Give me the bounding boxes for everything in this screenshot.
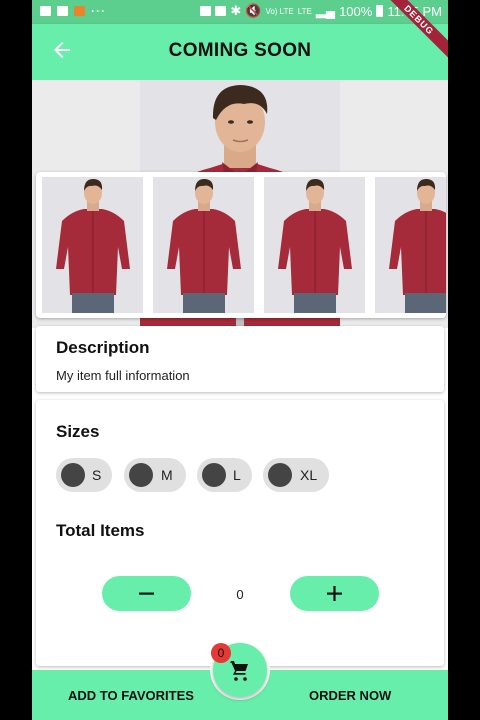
status-bar: ··· ✱ 🔇 Vo) LTE LTE ▂▄ 100% 11:05 PM [32, 0, 448, 24]
volte-label: Vo) LTE [265, 6, 294, 16]
thumbnail-photo-2 [167, 179, 241, 313]
chip-avatar [202, 463, 226, 487]
bluetooth-icon: ✱ [230, 3, 242, 18]
plus-icon [327, 586, 342, 601]
chip-avatar [61, 463, 85, 487]
description-text: My item full information [56, 368, 190, 383]
lte-label: LTE [297, 6, 312, 16]
size-chip-label: M [161, 467, 173, 483]
app-bar: COMING SOON [32, 24, 448, 80]
size-chip-l[interactable]: L [197, 458, 252, 492]
thumbnail-4[interactable] [375, 177, 446, 313]
battery-icon [376, 5, 384, 17]
cart-count-badge: 0 [211, 643, 231, 663]
decrement-button[interactable] [102, 576, 191, 611]
more-notifications-icon: ··· [91, 4, 106, 18]
thumbnail-photo-4 [389, 179, 446, 313]
description-heading: Description [56, 338, 150, 357]
order-now-button[interactable]: ORDER NOW [309, 688, 391, 703]
app-screen: ··· ✱ 🔇 Vo) LTE LTE ▂▄ 100% 11:05 PM COM… [32, 0, 448, 720]
video-icon [40, 6, 51, 16]
add-to-favorites-button[interactable]: ADD TO FAVORITES [68, 688, 194, 703]
total-items-heading: Total Items [56, 521, 145, 540]
options-card: Sizes S M L XL Total Items 0 [36, 400, 444, 666]
notification-icons: ··· [40, 4, 106, 18]
size-chip-s[interactable]: S [56, 458, 112, 492]
size-chip-label: XL [300, 467, 318, 483]
thumbnail-3[interactable] [264, 177, 365, 313]
thumbnail-photo-3 [278, 179, 352, 313]
thumbnail-carousel[interactable] [36, 172, 446, 318]
thumbnail-2[interactable] [153, 177, 254, 313]
size-chip-xl[interactable]: XL [263, 458, 329, 492]
thumbnail-photo-1 [56, 179, 130, 313]
cast-icon [215, 6, 227, 16]
signal-icon: ▂▄ [315, 3, 336, 18]
size-chip-label: L [233, 467, 241, 483]
app-notification-icon [74, 6, 85, 16]
size-chip-label: S [92, 467, 102, 483]
sim-icon [200, 6, 212, 16]
mute-icon: 🔇 [245, 3, 262, 18]
battery-percent: 100% [339, 3, 373, 19]
minus-icon [139, 592, 154, 595]
page-title: COMING SOON [168, 40, 312, 61]
quantity-value: 0 [236, 587, 244, 602]
image-icon [57, 6, 68, 16]
chip-avatar [268, 463, 292, 487]
increment-button[interactable] [290, 576, 379, 611]
thumbnail-1[interactable] [42, 177, 143, 313]
chip-avatar [129, 463, 153, 487]
size-chip-m[interactable]: M [124, 458, 186, 492]
description-card: Description My item full information [36, 326, 444, 392]
sizes-heading: Sizes [56, 422, 100, 441]
